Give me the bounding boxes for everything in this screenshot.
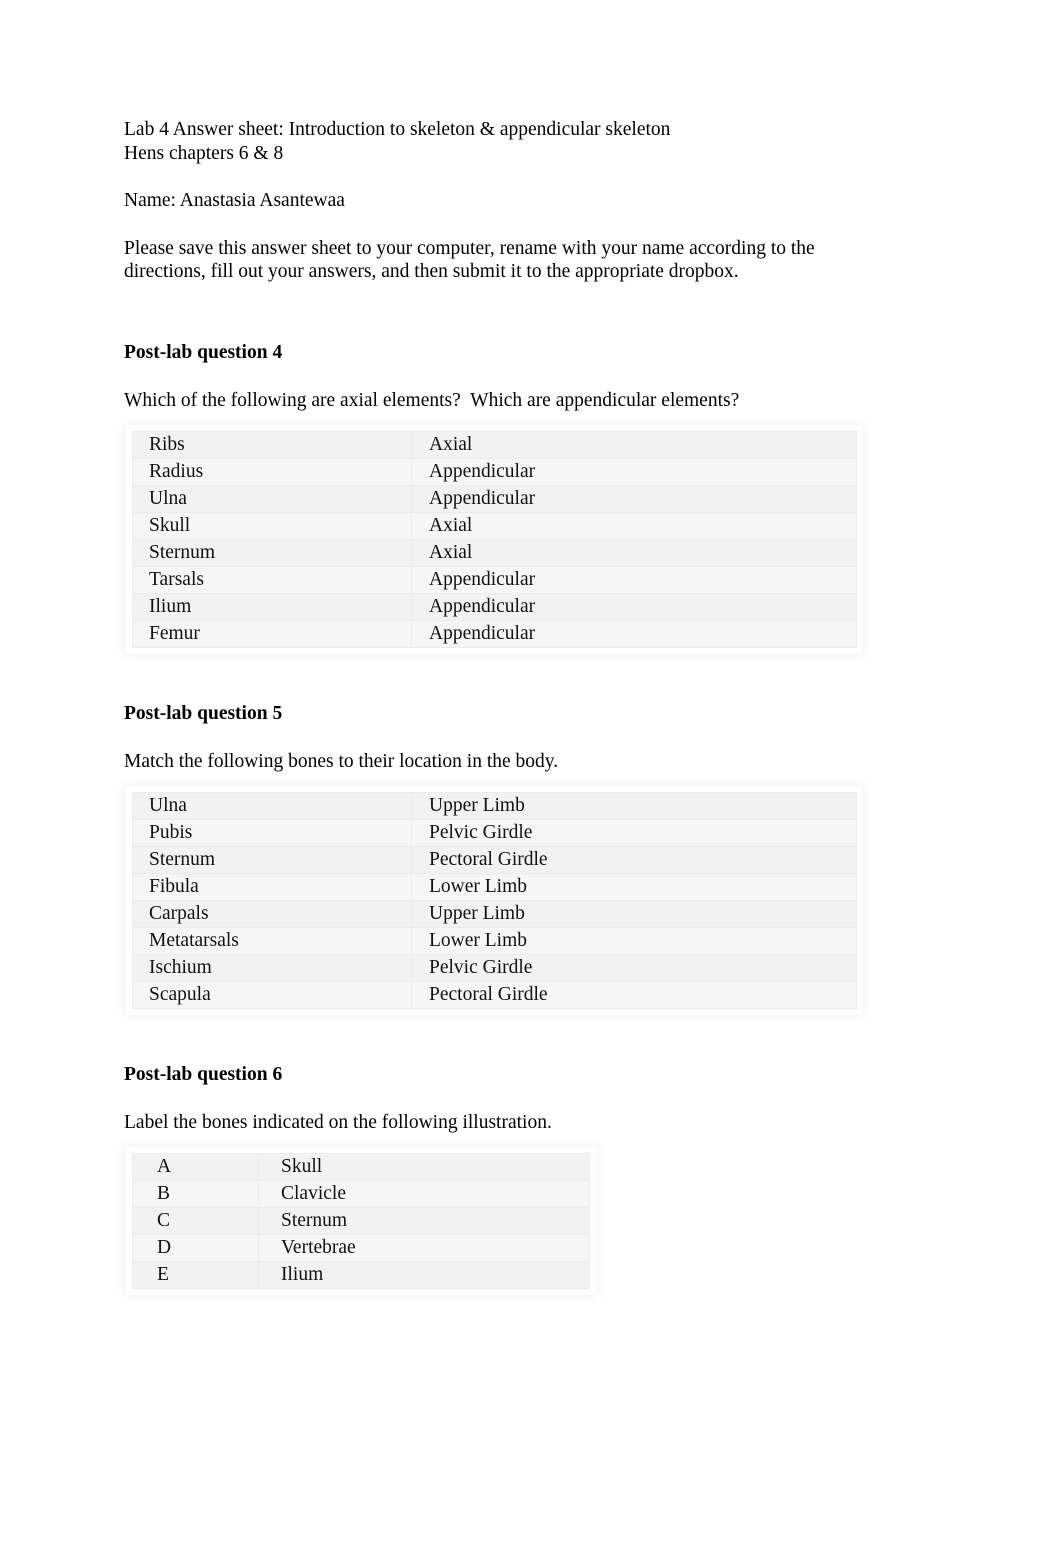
table-row[interactable]: Pubis Pelvic Girdle <box>132 818 857 847</box>
table-cell-answer[interactable]: Ilium <box>258 1260 590 1289</box>
table-cell-answer[interactable]: Appendicular <box>411 457 857 486</box>
question-4-heading: Post-lab question 4 <box>124 341 283 363</box>
table-cell-answer[interactable]: Axial <box>411 511 857 540</box>
table-cell-term[interactable]: Skull <box>132 511 412 540</box>
table-cell-answer[interactable]: Appendicular <box>411 484 857 513</box>
question-6-heading: Post-lab question 6 <box>124 1063 283 1085</box>
document-title-line-2: Hens chapters 6 & 8 <box>124 142 284 164</box>
table-cell-answer[interactable]: Pelvic Girdle <box>411 818 857 847</box>
table-row[interactable]: B Clavicle <box>132 1179 590 1208</box>
table-cell-term[interactable]: Ilium <box>132 592 412 621</box>
document-header: Lab 4 Answer sheet: Introduction to skel… <box>124 118 937 165</box>
table-cell-term[interactable]: Ulna <box>132 484 412 513</box>
question-5-heading: Post-lab question 5 <box>124 702 283 724</box>
table-cell-term[interactable]: Pubis <box>132 818 412 847</box>
table-cell-term[interactable]: A <box>132 1152 259 1181</box>
table-row[interactable]: Ilium Appendicular <box>132 592 857 621</box>
question-6-answer-table: A Skull B Clavicle C Sternum D Vertebrae <box>132 1152 590 1289</box>
table-cell-term[interactable]: Tarsals <box>132 565 412 594</box>
header-spacer-2 <box>124 213 937 237</box>
table-cell-answer[interactable]: Vertebrae <box>258 1233 590 1262</box>
table-row[interactable]: Sternum Pectoral Girdle <box>132 845 857 874</box>
table-cell-term[interactable]: Femur <box>132 619 412 648</box>
table-row[interactable]: Metatarsals Lower Limb <box>132 926 857 955</box>
table-cell-term[interactable]: Ischium <box>132 953 412 982</box>
table-row[interactable]: D Vertebrae <box>132 1233 590 1262</box>
table-cell-answer[interactable]: Clavicle <box>258 1179 590 1208</box>
table-cell-term[interactable]: E <box>132 1260 259 1289</box>
header-spacer-1 <box>124 165 937 189</box>
table-cell-term[interactable]: Radius <box>132 457 412 486</box>
table-row[interactable]: Femur Appendicular <box>132 619 857 648</box>
question-6-table-wrapper: A Skull B Clavicle C Sternum D Vertebrae <box>132 1152 590 1289</box>
table-cell-answer[interactable]: Pelvic Girdle <box>411 953 857 982</box>
table-cell-term[interactable]: Fibula <box>132 872 412 901</box>
table-cell-answer[interactable]: Appendicular <box>411 619 857 648</box>
student-name-line: Name: Anastasia Asantewaa <box>124 190 345 211</box>
table-row[interactable]: Carpals Upper Limb <box>132 899 857 928</box>
question-5-table-wrapper: Ulna Upper Limb Pubis Pelvic Girdle Ster… <box>132 791 857 1009</box>
table-row[interactable]: E Ilium <box>132 1260 590 1289</box>
table-row[interactable]: Ulna Appendicular <box>132 484 857 513</box>
table-cell-term[interactable]: Scapula <box>132 980 412 1009</box>
table-cell-answer[interactable]: Skull <box>258 1152 590 1181</box>
table-row[interactable]: Fibula Lower Limb <box>132 872 857 901</box>
table-row[interactable]: Ribs Axial <box>132 430 857 459</box>
question-5-text: Match the following bones to their locat… <box>124 751 559 772</box>
section-question-6: Post-lab question 6 Label the bones indi… <box>124 1063 937 1294</box>
table-cell-answer[interactable]: Appendicular <box>411 592 857 621</box>
table-cell-answer[interactable]: Lower Limb <box>411 872 857 901</box>
document-page: Lab 4 Answer sheet: Introduction to skel… <box>0 0 1062 1556</box>
table-cell-term[interactable]: Metatarsals <box>132 926 412 955</box>
table-row[interactable]: Ulna Upper Limb <box>132 791 857 820</box>
question-5-answer-table: Ulna Upper Limb Pubis Pelvic Girdle Ster… <box>132 791 857 1009</box>
table-cell-answer[interactable]: Lower Limb <box>411 926 857 955</box>
section-question-5: Post-lab question 5 Match the following … <box>124 702 937 1014</box>
table-cell-term[interactable]: D <box>132 1233 259 1262</box>
table-row[interactable]: Ischium Pelvic Girdle <box>132 953 857 982</box>
table-cell-term[interactable]: Sternum <box>132 538 412 567</box>
question-4-answer-table: Ribs Axial Radius Appendicular Ulna Appe… <box>132 430 857 648</box>
table-row[interactable]: Skull Axial <box>132 511 857 540</box>
table-row[interactable]: Scapula Pectoral Girdle <box>132 980 857 1009</box>
table-cell-answer[interactable]: Axial <box>411 538 857 567</box>
question-4-text: Which of the following are axial element… <box>124 390 740 411</box>
table-cell-term[interactable]: B <box>132 1179 259 1208</box>
document-title-line-1: Lab 4 Answer sheet: Introduction to skel… <box>124 119 671 140</box>
question-4-table-wrapper: Ribs Axial Radius Appendicular Ulna Appe… <box>132 430 857 648</box>
table-cell-answer[interactable]: Axial <box>411 430 857 459</box>
section-question-4: Post-lab question 4 Which of the followi… <box>124 341 937 653</box>
table-cell-answer[interactable]: Upper Limb <box>411 899 857 928</box>
table-cell-term[interactable]: C <box>132 1206 259 1235</box>
table-row[interactable]: A Skull <box>132 1152 590 1181</box>
table-row[interactable]: Sternum Axial <box>132 538 857 567</box>
table-cell-answer[interactable]: Appendicular <box>411 565 857 594</box>
table-row[interactable]: C Sternum <box>132 1206 590 1235</box>
table-cell-term[interactable]: Sternum <box>132 845 412 874</box>
table-cell-term[interactable]: Carpals <box>132 899 412 928</box>
table-row[interactable]: Radius Appendicular <box>132 457 857 486</box>
table-cell-answer[interactable]: Pectoral Girdle <box>411 845 857 874</box>
table-cell-term[interactable]: Ribs <box>132 430 412 459</box>
question-6-text: Label the bones indicated on the followi… <box>124 1112 552 1133</box>
table-cell-answer[interactable]: Pectoral Girdle <box>411 980 857 1009</box>
table-cell-answer[interactable]: Sternum <box>258 1206 590 1235</box>
table-cell-answer[interactable]: Upper Limb <box>411 791 857 820</box>
table-cell-term[interactable]: Ulna <box>132 791 412 820</box>
instructions-paragraph: Please save this answer sheet to your co… <box>124 237 815 283</box>
table-row[interactable]: Tarsals Appendicular <box>132 565 857 594</box>
